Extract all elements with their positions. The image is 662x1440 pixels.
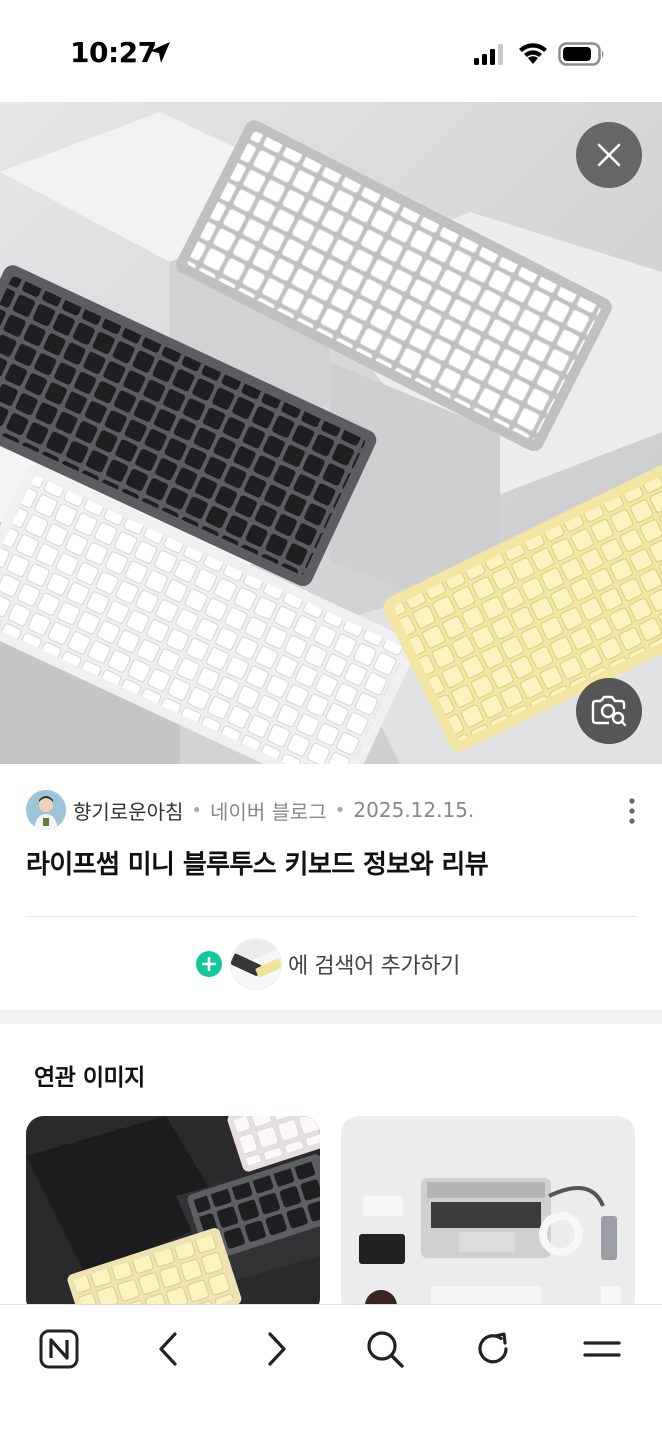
avatar[interactable]	[26, 790, 66, 830]
lens-search-button[interactable]	[576, 678, 642, 744]
location-arrow-icon	[150, 42, 170, 63]
post-meta: 향기로운아침 • 네이버 블로그 • 2025.12.15.	[26, 790, 646, 830]
plus-icon	[196, 951, 222, 977]
naver-home-icon	[39, 1329, 79, 1369]
back-button[interactable]	[142, 1323, 194, 1375]
separator-dot: •	[334, 799, 346, 821]
image-thumbnail	[230, 938, 282, 990]
wifi-icon	[519, 43, 547, 64]
bottom-toolbar	[0, 1304, 662, 1440]
close-icon	[597, 143, 621, 167]
author-name[interactable]: 향기로운아침	[73, 796, 183, 825]
more-options-icon[interactable]	[620, 796, 644, 826]
post-date: 2025.12.15.	[353, 798, 475, 822]
menu-icon	[583, 1341, 621, 1357]
refresh-button[interactable]	[467, 1323, 519, 1375]
related-image-card[interactable]	[341, 1116, 635, 1316]
post-title[interactable]: 라이프썸 미니 블루투스 키보드 정보와 리뷰	[26, 844, 489, 881]
battery-icon	[558, 42, 604, 66]
hero-image[interactable]	[0, 102, 662, 764]
related-image-card[interactable]	[26, 1116, 320, 1316]
add-search-term-button[interactable]: 에 검색어 추가하기	[196, 938, 460, 990]
status-time: 10:27	[70, 36, 157, 69]
back-icon	[159, 1332, 177, 1366]
forward-icon	[268, 1332, 286, 1366]
naver-home-button[interactable]	[33, 1323, 85, 1375]
status-bar: 10:27	[0, 0, 662, 102]
search-icon	[367, 1331, 404, 1368]
forward-button[interactable]	[251, 1323, 303, 1375]
add-search-label: 에 검색어 추가하기	[288, 954, 460, 979]
separator-dot: •	[191, 799, 203, 821]
source-name[interactable]: 네이버 블로그	[210, 796, 327, 825]
lens-search-icon	[591, 695, 627, 727]
refresh-icon	[478, 1332, 508, 1364]
section-divider	[0, 1010, 662, 1024]
menu-button[interactable]	[576, 1323, 628, 1375]
close-button[interactable]	[576, 122, 642, 188]
cellular-signal-icon	[474, 44, 503, 65]
keyboards-photo	[0, 102, 662, 764]
divider	[26, 916, 636, 917]
search-button[interactable]	[359, 1323, 411, 1375]
avatar-image	[26, 790, 66, 830]
related-images-title: 연관 이미지	[34, 1065, 145, 1091]
